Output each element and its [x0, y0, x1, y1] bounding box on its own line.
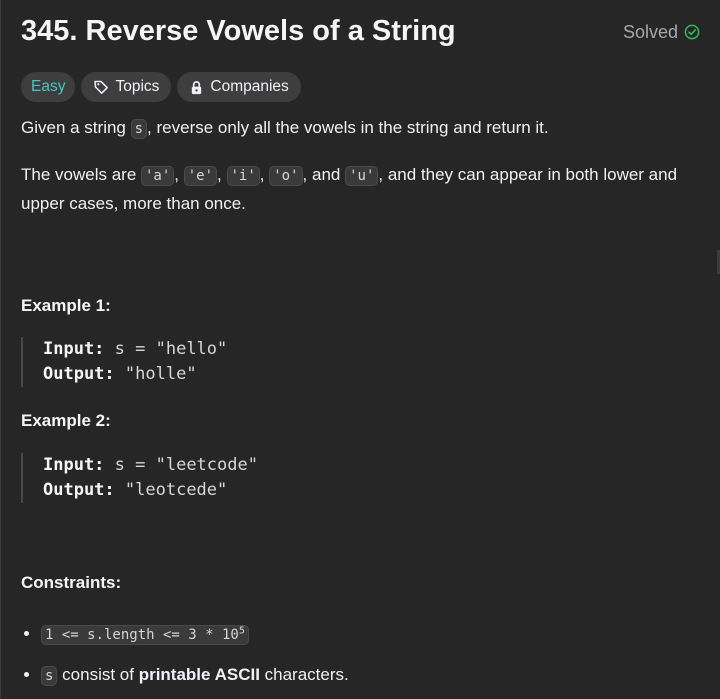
vowel-code: 'u': [345, 166, 379, 186]
example-2-input: Input: s = "leetcode": [43, 453, 700, 478]
input-label: Input:: [43, 339, 105, 359]
example-1-title: Example 1:: [21, 296, 111, 315]
example-1-output: Output: "holle": [43, 362, 700, 387]
vowel-code: 'e': [183, 166, 218, 186]
description-paragraph-2: The vowels are 'a', 'e', 'i', 'o', and '…: [21, 161, 700, 218]
exponent: 5: [238, 625, 245, 636]
text-span: The vowels are: [21, 165, 141, 184]
output-value: "leotcede": [124, 480, 228, 500]
tag-icon: [93, 79, 109, 95]
example-2-output: Output: "leotcede": [43, 478, 700, 503]
text-span: characters.: [259, 664, 349, 684]
solved-label: Solved: [622, 21, 678, 42]
text-span: consist of: [57, 664, 139, 684]
title-row: 345. Reverse Vowels of a String Solved: [21, 0, 700, 64]
input-value: s = "hello": [114, 339, 228, 359]
constraint-code-text: 1 <= s.length <= 3 * 10: [45, 626, 239, 643]
output-value: "holle": [124, 364, 197, 384]
constraints-list: 1 <= s.length <= 3 * 105 s consist of pr…: [21, 617, 700, 690]
check-circle-icon: [684, 24, 700, 40]
example-2-title: Example 2:: [21, 411, 111, 430]
problem-title[interactable]: 345. Reverse Vowels of a String: [21, 15, 456, 48]
solved-status: Solved: [623, 22, 700, 43]
constraint-item: 1 <= s.length <= 3 * 105: [41, 617, 700, 649]
topics-label: Topics: [115, 78, 160, 95]
input-value: s = "leetcode": [114, 455, 258, 475]
text-span: , reverse only all the vowels in the str…: [147, 118, 549, 137]
text-span: ,: [217, 165, 227, 184]
example-2-block: Input: s = "leetcode" Output: "leotcede": [21, 453, 700, 503]
text-span: Given a string: [21, 118, 131, 137]
problem-description-panel: 345. Reverse Vowels of a String Solved E…: [0, 0, 720, 699]
output-label: Output:: [43, 480, 115, 500]
vowel-code: 'o': [269, 166, 303, 186]
input-label: Input:: [43, 455, 105, 475]
companies-label: Companies: [210, 78, 289, 95]
text-span: ,: [259, 165, 270, 184]
tag-row: Easy Topics Companies: [21, 72, 700, 102]
vowel-code: 'a': [141, 166, 175, 186]
output-label: Output:: [43, 364, 115, 384]
text-span: ,: [174, 165, 184, 184]
example-1-input: Input: s = "hello": [43, 337, 700, 362]
companies-button[interactable]: Companies: [177, 72, 301, 102]
lock-icon: [189, 80, 204, 95]
constraints-title: Constraints:: [21, 573, 122, 592]
inline-code: s: [130, 119, 148, 139]
difficulty-badge[interactable]: Easy: [21, 72, 76, 102]
vowel-code: 'i': [226, 166, 260, 186]
constraint-code: 1 <= s.length <= 3 * 105: [41, 624, 249, 645]
constraint-code: s: [41, 665, 58, 686]
description-paragraph-1: Given a string s, reverse only all the v…: [21, 114, 700, 143]
topics-button[interactable]: Topics: [81, 72, 172, 102]
text-span: , and: [302, 165, 346, 184]
bold-text: printable ASCII: [138, 664, 260, 684]
constraint-item: s consist of printable ASCII characters.: [41, 661, 700, 690]
example-1-block: Input: s = "hello" Output: "holle": [21, 337, 700, 387]
